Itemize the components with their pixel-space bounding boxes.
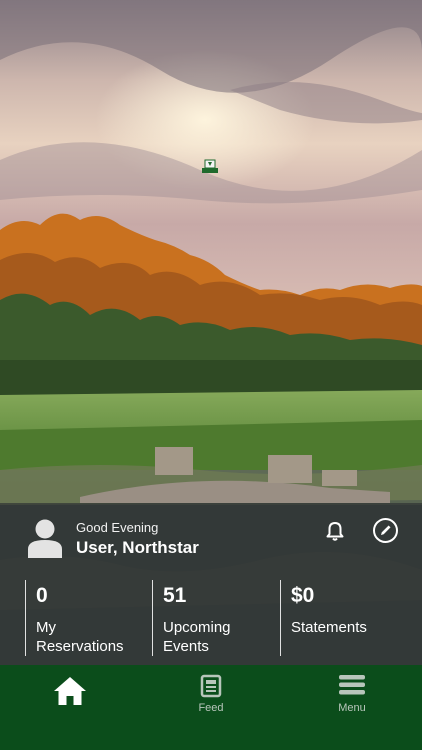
pencil-circle-icon[interactable] bbox=[372, 517, 399, 544]
stat-label: Upcoming Events bbox=[163, 619, 231, 655]
hamburger-menu-icon bbox=[338, 674, 366, 701]
user-avatar-icon bbox=[28, 518, 62, 558]
stat-my-reservations[interactable]: 0 My Reservations bbox=[25, 580, 136, 656]
tab-label: Feed bbox=[198, 702, 224, 714]
user-name: User, Northstar bbox=[76, 538, 199, 557]
bell-icon[interactable] bbox=[322, 518, 348, 544]
stat-label: Statements bbox=[291, 619, 367, 636]
greeting-text: Good Evening bbox=[76, 520, 159, 535]
tab-label: Menu bbox=[338, 702, 366, 714]
home-icon bbox=[53, 675, 87, 712]
tab-menu[interactable]: Menu bbox=[282, 665, 422, 750]
bottom-tab-bar: Feed Menu bbox=[0, 665, 422, 750]
stat-statements[interactable]: $0 Statements bbox=[280, 580, 391, 656]
stat-value: 0 bbox=[36, 584, 48, 607]
stat-value: 51 bbox=[163, 584, 187, 607]
club-crest-logo bbox=[201, 158, 219, 176]
tab-home[interactable] bbox=[0, 665, 140, 750]
newspaper-icon bbox=[199, 674, 223, 703]
tab-feed[interactable]: Feed bbox=[141, 665, 281, 750]
stat-label: My Reservations bbox=[36, 619, 124, 655]
stat-upcoming-events[interactable]: 51 Upcoming Events bbox=[152, 580, 263, 656]
stat-value: $0 bbox=[291, 584, 315, 607]
